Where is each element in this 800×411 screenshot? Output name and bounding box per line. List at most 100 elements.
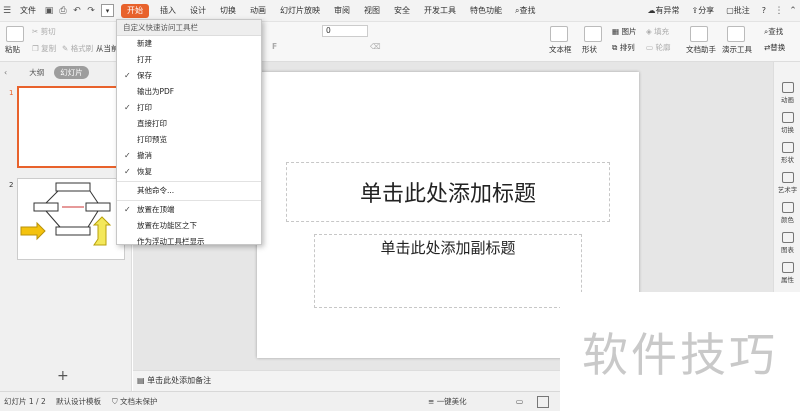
format-painter-label: 格式刷 [70,44,94,53]
task-transition[interactable]: 切换 [774,112,800,134]
tab-special[interactable]: 特色功能 [463,0,509,22]
outline-button[interactable]: ▭ 轮廓 [646,42,670,53]
task-wordart[interactable]: 艺术字 [774,172,800,194]
presentation-tool-icon [727,26,745,42]
collapse-panel-icon[interactable]: ‹ [4,68,7,77]
presentation-tool-label: 演示工具 [722,45,752,54]
task-properties[interactable]: 属性 [774,262,800,284]
picture-button[interactable]: ▦ 图片 [612,26,636,37]
default-template[interactable]: 默认设计模板 [56,392,101,411]
redo-icon[interactable]: ↷ [84,0,98,22]
anomaly-label: 有异常 [655,5,680,15]
comment-button[interactable]: ▢批注 [720,0,756,22]
menu-item-label: 其他命令... [137,186,175,195]
tab-slides[interactable]: 幻灯片 [54,65,89,79]
check-icon: ✓ [124,103,131,112]
menu-item-open[interactable]: 打开 [117,52,261,68]
font-size-select[interactable]: 0 [322,25,368,37]
slide-thumbnail-1[interactable] [17,86,125,168]
anomaly-button[interactable]: ☁有异常 [641,0,685,22]
fill-icon: ◈ [646,27,652,36]
doc-helper-button[interactable] [690,26,708,42]
menu-item-place-top[interactable]: ✓ 放置在顶端 [117,202,261,218]
tab-review[interactable]: 审阅 [327,0,357,22]
notes-placeholder: 单击此处添加备注 [147,376,212,385]
presentation-tool-button[interactable] [727,26,745,42]
tab-security[interactable]: 安全 [387,0,417,22]
slide-thumbnail-2[interactable] [17,178,125,260]
menu-item-export-pdf[interactable]: 输出为PDF [117,84,261,100]
task-chart[interactable]: 图表 [774,232,800,254]
task-label: 艺术字 [777,186,798,194]
beautify-button[interactable]: ≡ 一键美化 [428,392,467,411]
menu-item-label: 打印预览 [137,135,167,144]
paste-button[interactable] [6,26,24,42]
subtitle-placeholder[interactable]: 单击此处添加副标题 [314,234,582,308]
doc-protect-status[interactable]: ⛉ 文档未保护 [112,392,158,411]
task-label: 动画 [781,96,794,104]
diagram-thumbnail [20,182,112,246]
comment-toggle-icon[interactable]: ▭ [516,392,523,411]
chart-icon [781,232,794,243]
file-menu[interactable]: 文件 [14,0,42,22]
find-button[interactable]: ⌕查找 [764,26,783,37]
hamburger-icon[interactable]: ☰ [0,0,14,22]
menu-item-direct-print[interactable]: 直接打印 [117,116,261,132]
replace-button[interactable]: ⇄替换 [764,42,785,53]
task-label: 切换 [781,126,794,134]
share-button[interactable]: ⇪分享 [685,0,720,22]
format-painter-button[interactable]: ✎ 格式刷 [62,43,93,54]
textbox-icon [550,26,568,42]
cut-button[interactable]: ✂ 剪切 [32,26,56,37]
shape-icon [584,26,602,42]
collapse-icon[interactable]: ⌃ [786,0,800,22]
menu-item-label: 作为浮动工具栏显示 [137,237,205,246]
task-animation[interactable]: 动画 [774,82,800,104]
copy-icon: ❐ [32,44,39,53]
menu-item-new[interactable]: 新建 [117,36,261,52]
menu-divider [117,200,261,201]
tab-developer[interactable]: 开发工具 [417,0,463,22]
menu-item-save[interactable]: ✓ 保存 [117,68,261,84]
menu-item-place-below-ribbon[interactable]: 放置在功能区之下 [117,218,261,234]
tab-slideshow[interactable]: 幻灯片放映 [273,0,327,22]
shape-button[interactable] [584,26,602,42]
normal-view-icon[interactable] [537,396,549,408]
menu-item-redo[interactable]: ✓ 恢复 [117,164,261,180]
fill-button[interactable]: ◈ 填充 [646,26,669,37]
arrange-button[interactable]: ⧉ 排列 [612,42,635,53]
task-shape[interactable]: 形状 [774,142,800,164]
copy-button[interactable]: ❐ 复制 [32,43,56,54]
check-icon: ✓ [124,205,131,214]
save-icon[interactable]: ▣ [42,0,56,22]
search-button[interactable]: ⌕查找 [509,0,541,22]
arrange-label: 排列 [619,43,635,52]
wand-icon: ≡ [428,397,435,406]
help-button[interactable]: ? [756,0,772,22]
menu-item-undo[interactable]: ✓ 撤消 [117,148,261,164]
menu-item-print[interactable]: ✓ 打印 [117,100,261,116]
outline-icon: ▭ [646,43,654,52]
clear-format-icon[interactable]: ⌫ [370,42,381,51]
add-slide-button[interactable]: + [57,368,69,384]
menu-item-more-commands[interactable]: 其他命令... [117,183,261,199]
tab-home[interactable]: 开始 [121,3,149,18]
task-color[interactable]: 颜色 [774,202,800,224]
font-style-buttons[interactable]: F [272,42,277,51]
customize-quick-access-button[interactable]: ▾ [101,4,114,17]
more-icon[interactable]: ⋮ [772,0,786,22]
tab-view[interactable]: 视图 [357,0,387,22]
brush-icon: ✎ [62,44,69,53]
scissors-icon: ✂ [32,27,39,36]
print-icon[interactable]: ⎙ [56,0,70,22]
slide-panel: ‹ 大纲 幻灯片 1 2 + [0,62,132,392]
title-placeholder[interactable]: 单击此处添加标题 [286,162,610,222]
watermark: 软件技巧 [560,292,800,411]
menu-item-floating-toolbar[interactable]: 作为浮动工具栏显示 [117,234,261,250]
task-label: 图表 [781,246,794,254]
textbox-label: 文本框 [549,45,572,54]
tab-outline[interactable]: 大纲 [23,66,50,79]
textbox-button[interactable] [550,26,568,42]
menu-item-print-preview[interactable]: 打印预览 [117,132,261,148]
undo-icon[interactable]: ↶ [70,0,84,22]
